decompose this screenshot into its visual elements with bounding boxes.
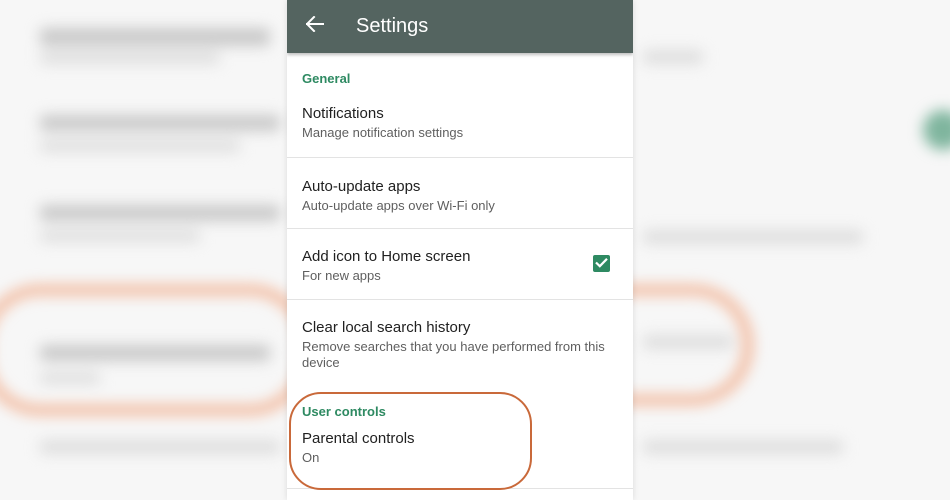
section-header-user-controls: User controls (302, 404, 386, 419)
background-blur-left (0, 0, 287, 500)
background-blur-right (633, 0, 950, 500)
item-subtitle: On (302, 450, 320, 465)
section-header-general: General (302, 71, 351, 86)
item-title: Parental controls (302, 430, 415, 447)
checkmark-icon (595, 255, 608, 273)
item-title: Add icon to Home screen (302, 248, 471, 265)
item-subtitle: Manage notification settings (302, 125, 464, 140)
item-title: Notifications (302, 105, 384, 122)
item-subtitle: For new apps (302, 268, 381, 283)
item-title: Clear local search history (302, 319, 471, 336)
item-subtitle: Auto-update apps over Wi-Fi only (302, 198, 495, 213)
arrow-back-icon (305, 15, 324, 37)
add-icon-checkbox[interactable] (593, 255, 610, 272)
settings-item-parental-controls[interactable]: Parental controls On (287, 428, 633, 489)
item-title: Auto-update apps (302, 178, 421, 195)
settings-item-auto-update[interactable]: Auto-update apps Auto-update apps over W… (287, 158, 633, 229)
item-subtitle: Remove searches that you have performed … (302, 339, 605, 370)
settings-item-add-icon[interactable]: Add icon to Home screen For new apps (287, 229, 633, 300)
page-title: Settings (356, 15, 429, 37)
settings-screen: Settings General Notifications Manage no… (287, 0, 633, 500)
back-button[interactable] (287, 0, 342, 53)
settings-item-clear-history[interactable]: Clear local search history Remove search… (287, 300, 633, 390)
app-bar: Settings (287, 0, 633, 53)
settings-item-notifications[interactable]: Notifications Manage notification settin… (287, 103, 633, 158)
